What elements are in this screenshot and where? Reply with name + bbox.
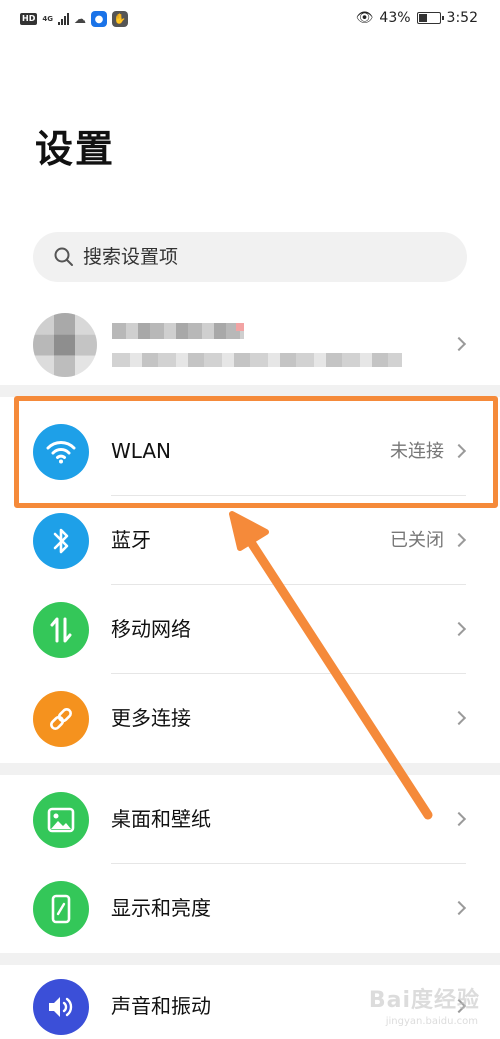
account-name-blurred	[112, 323, 244, 339]
cloud-icon: ☁	[73, 12, 86, 26]
search-icon	[54, 247, 73, 266]
signal-icon	[57, 13, 69, 25]
network-type: 4G	[42, 14, 53, 23]
battery-icon	[416, 12, 444, 24]
row-label: 桌面和壁纸	[111, 807, 211, 831]
account-row[interactable]	[0, 305, 500, 385]
settings-row-display[interactable]: 显示和亮度	[0, 864, 500, 953]
link-icon	[33, 691, 89, 747]
clock: 3:52	[446, 10, 478, 26]
bluetooth-icon	[33, 513, 89, 569]
search-input[interactable]	[83, 232, 453, 282]
row-label: 声音和振动	[111, 994, 211, 1018]
battery-percent: 43%	[379, 10, 411, 26]
status-bar: HD 4G ☁ ● ✋ 👁 43% 3:52	[0, 0, 500, 40]
row-label: 更多连接	[111, 706, 191, 730]
chevron-right-icon	[451, 811, 467, 827]
row-label: 移动网络	[111, 617, 191, 641]
app-notification-icon: ●	[90, 11, 107, 27]
volume-icon	[33, 979, 89, 1035]
chevron-right-icon	[451, 900, 467, 916]
row-label: 显示和亮度	[111, 896, 211, 920]
battery-fill	[418, 14, 427, 22]
section-divider	[0, 763, 500, 775]
watermark-text: Bai度经验	[368, 988, 480, 1013]
app-notification-icon-2: ✋	[111, 11, 128, 27]
mobile-data-icon	[33, 602, 89, 658]
phone-brightness-icon	[33, 881, 89, 937]
chevron-right-icon	[451, 621, 467, 637]
search-bar[interactable]	[33, 232, 467, 282]
image-icon	[33, 792, 89, 848]
row-status: 已关闭	[390, 530, 444, 551]
hd-icon: HD	[20, 13, 38, 25]
watermark-url: jingyan.baidu.com	[385, 1016, 478, 1027]
chevron-right-icon	[451, 710, 467, 726]
account-detail-blurred	[112, 353, 402, 367]
account-badge-blurred	[236, 323, 244, 331]
watermark: Bai度经验 jingyan.baidu.com	[350, 982, 480, 1032]
settings-row-mobile-network[interactable]: 移动网络	[0, 585, 500, 674]
chevron-right-icon	[451, 336, 467, 352]
eye-comfort-icon: 👁	[355, 10, 374, 26]
row-label: 蓝牙	[111, 528, 151, 552]
settings-row-more-connections[interactable]: 更多连接	[0, 674, 500, 763]
settings-row-bluetooth[interactable]: 蓝牙 已关闭	[0, 496, 500, 585]
settings-row-wallpaper[interactable]: 桌面和壁纸	[0, 775, 500, 864]
annotation-highlight-box	[14, 396, 498, 508]
avatar	[33, 313, 97, 377]
page-title: 设置	[35, 127, 116, 171]
chevron-right-icon	[451, 532, 467, 548]
